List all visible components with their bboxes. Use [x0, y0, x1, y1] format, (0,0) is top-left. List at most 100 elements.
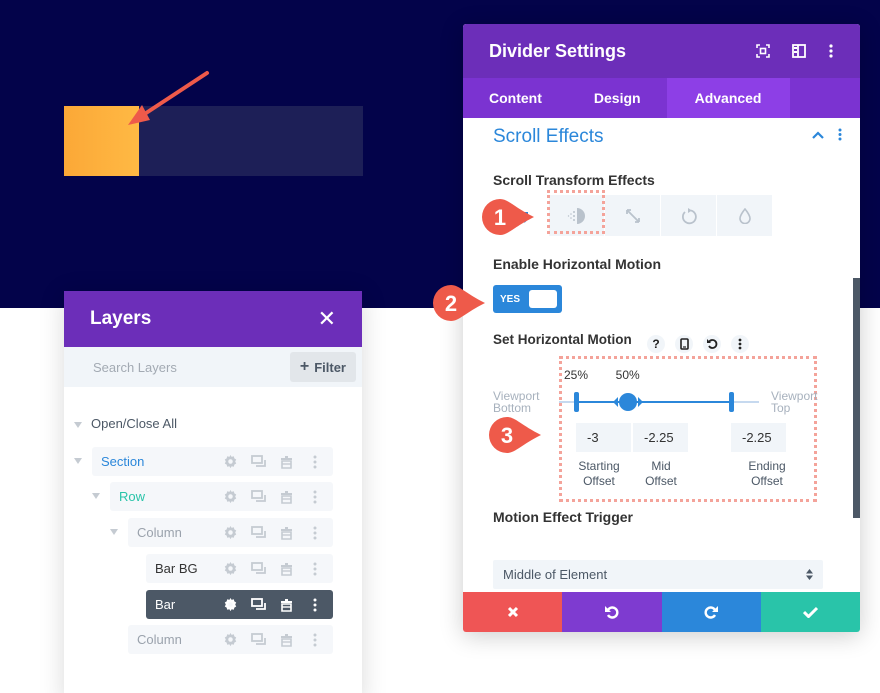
gear-icon[interactable] [222, 453, 239, 470]
layer-actions [222, 453, 333, 470]
layer-item-section[interactable]: Section [92, 447, 333, 476]
mid-offset-input[interactable] [633, 423, 688, 452]
drop-icon [738, 207, 751, 224]
more-vertical-icon[interactable] [828, 44, 834, 58]
toggle-knob [529, 290, 557, 308]
start-percent-label: 25% [564, 368, 589, 382]
svg-text:1: 1 [494, 205, 506, 230]
layer-label: Bar BG [155, 561, 198, 576]
more-icon[interactable] [306, 560, 323, 577]
viewport-bottom-label: Viewport Bottom [493, 389, 540, 415]
arrow-right-icon [637, 397, 643, 407]
save-button[interactable] [760, 592, 860, 632]
fullscreen-icon[interactable] [756, 44, 770, 58]
undo-button[interactable] [562, 592, 662, 632]
annotation-badge-1: 1 [482, 199, 534, 235]
enable-horizontal-motion-toggle[interactable]: YES [493, 285, 562, 313]
mobile-icon[interactable] [675, 335, 693, 353]
more-icon[interactable] [306, 488, 323, 505]
gear-icon[interactable] [222, 631, 239, 648]
trash-icon[interactable] [278, 524, 295, 541]
settings-title: Divider Settings [489, 40, 627, 61]
layer-item-row[interactable]: Row [110, 482, 333, 511]
trash-icon[interactable] [278, 453, 295, 470]
more-icon[interactable] [306, 524, 323, 541]
gear-icon[interactable] [222, 488, 239, 505]
duplicate-icon[interactable] [250, 453, 267, 470]
settings-tabs: Content Design Advanced [463, 78, 860, 118]
select-arrows-icon [806, 569, 813, 580]
tab-design[interactable]: Design [568, 78, 667, 118]
duplicate-icon[interactable] [250, 596, 267, 613]
trash-icon[interactable] [278, 560, 295, 577]
more-icon[interactable] [306, 631, 323, 648]
more-vertical-icon[interactable] [838, 128, 842, 141]
starting-offset-input[interactable] [576, 423, 631, 452]
motion-range-fill [576, 401, 731, 403]
tab-advanced[interactable]: Advanced [666, 78, 790, 118]
mid-offset-label: Mid Offset [645, 459, 677, 488]
gear-icon[interactable] [222, 560, 239, 577]
trash-icon[interactable] [278, 488, 295, 505]
highlight-box-effect [547, 190, 605, 234]
svg-text:3: 3 [501, 423, 513, 448]
duplicate-icon[interactable] [250, 524, 267, 541]
layer-item-bar-bg[interactable]: Bar BG [146, 554, 333, 583]
effect-scaling-button[interactable] [605, 195, 660, 236]
duplicate-icon[interactable] [250, 560, 267, 577]
tab-content[interactable]: Content [463, 78, 568, 118]
annotation-badge-3: 3 [489, 417, 541, 453]
plus-icon: + [299, 358, 310, 375]
close-icon [507, 606, 518, 618]
motion-effect-trigger-select[interactable]: Middle of Element [493, 560, 823, 589]
settings-header: Divider Settings [463, 24, 860, 78]
trash-icon[interactable] [278, 596, 295, 613]
mid-handle[interactable] [618, 393, 637, 411]
trash-icon[interactable] [278, 631, 295, 648]
annotation-arrow-icon [128, 71, 209, 125]
filter-button[interactable]: + Filter [289, 352, 356, 382]
collapse-triangle-icon[interactable] [74, 422, 82, 428]
collapse-triangle-icon[interactable] [110, 529, 118, 535]
end-handle[interactable] [729, 392, 734, 412]
more-icon[interactable] [306, 453, 323, 470]
close-icon[interactable]: ✕ [318, 306, 336, 332]
ending-offset-input[interactable] [731, 423, 786, 452]
start-handle[interactable] [574, 392, 579, 412]
reset-icon[interactable] [703, 335, 721, 353]
scale-icon [625, 208, 640, 223]
cancel-button[interactable] [463, 592, 563, 632]
split-view-icon[interactable] [792, 44, 806, 58]
enable-horizontal-motion-label: Enable Horizontal Motion [493, 256, 661, 272]
layer-item-column[interactable]: Column [128, 625, 333, 654]
layer-label: Section [101, 454, 145, 469]
filter-label: Filter [314, 359, 346, 375]
layer-actions [222, 560, 333, 577]
search-layers-input[interactable] [93, 359, 253, 375]
gear-icon[interactable] [222, 596, 239, 613]
effect-blur-button[interactable] [717, 195, 772, 236]
help-icon[interactable]: ? [647, 335, 665, 353]
redo-button[interactable] [661, 592, 761, 632]
settings-scrollbar[interactable] [853, 278, 860, 518]
section-title-scroll-effects[interactable]: Scroll Effects [493, 126, 604, 148]
duplicate-icon[interactable] [250, 488, 267, 505]
collapse-triangle-icon[interactable] [92, 493, 100, 499]
layers-title: Layers [90, 308, 152, 329]
layer-item-column[interactable]: Column [128, 518, 333, 547]
layer-item-bar[interactable]: Bar [146, 590, 333, 619]
effect-rotating-button[interactable] [661, 195, 716, 236]
duplicate-icon[interactable] [250, 631, 267, 648]
rotate-icon [681, 207, 697, 224]
open-close-all-button[interactable]: Open/Close All [91, 416, 177, 431]
check-icon [802, 606, 818, 618]
set-horizontal-motion-label: Set Horizontal Motion [493, 332, 632, 347]
select-value: Middle of Element [503, 567, 608, 582]
more-icon[interactable] [306, 596, 323, 613]
viewport-top-label: Viewport Top [771, 389, 818, 415]
collapse-triangle-icon[interactable] [74, 458, 82, 464]
more-vertical-icon[interactable] [731, 335, 749, 353]
gear-icon[interactable] [222, 524, 239, 541]
annotation-badge-2: 2 [433, 285, 485, 321]
chevron-up-icon[interactable] [812, 130, 824, 139]
